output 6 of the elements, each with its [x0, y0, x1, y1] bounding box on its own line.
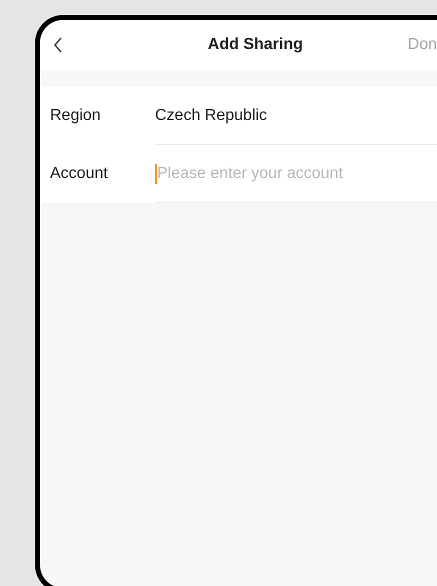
field-label: Account — [49, 165, 109, 183]
back-icon[interactable] — [53, 37, 63, 53]
region-value[interactable]: Czech Republic — [155, 106, 268, 124]
page-title: Add Sharing — [206, 36, 304, 54]
account-input[interactable]: Please enter your account — [157, 164, 437, 182]
field-label: Region — [49, 107, 102, 125]
